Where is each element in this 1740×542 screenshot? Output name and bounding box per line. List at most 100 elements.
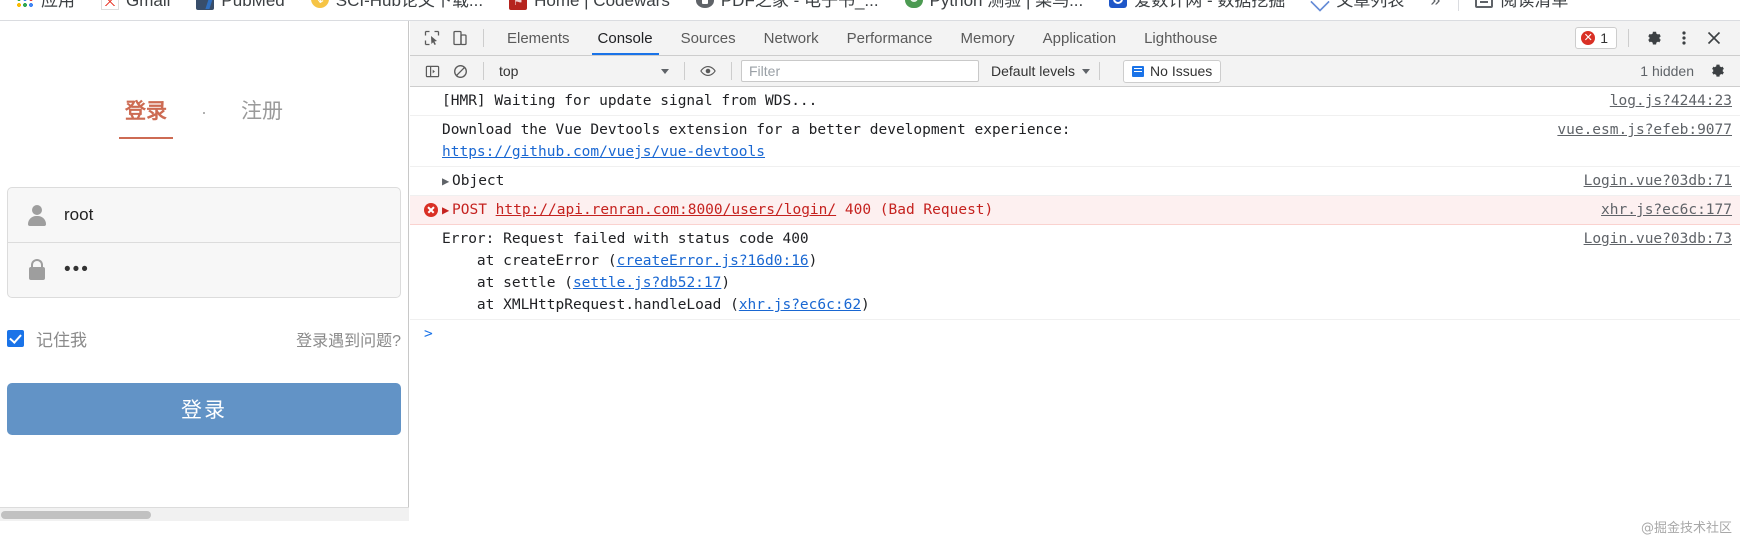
bookmark-item-pdf[interactable]: PDF之家 - 电子书_... — [696, 0, 879, 11]
tab-application[interactable]: Application — [1029, 21, 1130, 55]
tab-performance[interactable]: Performance — [833, 21, 947, 55]
bookmark-item-codewars[interactable]: Home | Codewars — [509, 0, 670, 11]
bookmark-label: Python 测验 | 菜鸟... — [930, 0, 1084, 11]
tab-lighthouse[interactable]: Lighthouse — [1130, 21, 1231, 55]
lock-icon — [26, 259, 48, 281]
tab-login[interactable]: 登录 — [125, 95, 167, 133]
console-error-row[interactable]: ▶ POST http://api.renran.com:8000/users/… — [410, 196, 1740, 225]
bookmark-item-scihub[interactable]: SCI-Hub论文下载... — [311, 0, 483, 11]
bookmark-item-python[interactable]: Python 测验 | 菜鸟... — [905, 0, 1084, 11]
pdf-icon — [696, 0, 714, 8]
message-text: POST http://api.renran.com:8000/users/lo… — [452, 199, 1583, 221]
console-settings-gear-icon[interactable] — [1704, 58, 1732, 84]
reading-list-button[interactable]: 阅读清单 — [1475, 0, 1568, 11]
bookmark-label: Home | Codewars — [534, 0, 670, 11]
message-source-link[interactable]: log.js?4244:23 — [1592, 90, 1732, 112]
username-field[interactable]: root — [8, 188, 400, 242]
login-submit-button[interactable]: 登录 — [7, 383, 401, 435]
log-levels-select[interactable]: Default levels — [991, 63, 1090, 79]
bookmark-label: PDF之家 - 电子书_... — [721, 0, 879, 11]
console-message-list[interactable]: [HMR] Waiting for update signal from WDS… — [410, 87, 1740, 540]
inspect-element-icon[interactable] — [418, 25, 446, 51]
page-horizontal-scrollbar[interactable] — [0, 507, 409, 521]
message-gutter — [424, 199, 442, 217]
gear-icon[interactable] — [1640, 25, 1668, 51]
chevron-down-icon — [1082, 69, 1090, 74]
execution-context-select[interactable]: top — [493, 60, 675, 82]
error-count-badge[interactable]: ✕ 1 — [1575, 27, 1617, 49]
tab-memory[interactable]: Memory — [947, 21, 1029, 55]
bookmark-label: PubMed — [221, 0, 284, 11]
stack-frame-link[interactable]: xhr.js?ec6c:62 — [739, 297, 861, 313]
close-icon[interactable] — [1700, 25, 1728, 51]
tab-sources[interactable]: Sources — [667, 21, 750, 55]
bookmark-label: 爱数计网 - 数据挖掘 — [1134, 0, 1285, 11]
message-source-link[interactable]: Login.vue?03db:71 — [1566, 170, 1732, 192]
toolbar-divider-2 — [1628, 29, 1629, 47]
apps-grid-icon — [16, 0, 34, 8]
stack-frame-prefix: at XMLHttpRequest.handleLoad ( — [442, 297, 739, 313]
console-filter-input[interactable]: Filter — [741, 60, 979, 82]
username-input[interactable]: root — [64, 205, 93, 225]
error-count-label: 1 — [1600, 30, 1608, 46]
console-message-row[interactable]: ▶ Object Login.vue?03db:71 — [410, 167, 1740, 196]
remember-me-label: 记住我 — [36, 326, 87, 351]
stack-frame-suffix: ) — [861, 297, 870, 313]
devtools-tab-list: Elements Console Sources Network Perform… — [493, 21, 1231, 55]
login-help-link[interactable]: 登录遇到问题? — [296, 327, 401, 351]
stack-frame-link[interactable]: settle.js?db52:17 — [573, 275, 721, 291]
clear-console-icon[interactable] — [446, 58, 474, 84]
stack-frame-link[interactable]: createError.js?16d0:16 — [617, 253, 809, 269]
tab-register[interactable]: 注册 — [241, 95, 283, 133]
scrollbar-thumb[interactable] — [1, 511, 151, 519]
message-source-link[interactable]: Login.vue?03db:73 — [1566, 228, 1732, 250]
tab-console[interactable]: Console — [584, 21, 667, 55]
bookmark-item-articles[interactable]: 文章列表 — [1311, 0, 1404, 11]
message-gutter — [424, 90, 442, 94]
password-input[interactable]: ••• — [64, 259, 90, 281]
filterbar-divider-1 — [483, 62, 484, 80]
console-prompt[interactable]: > — [410, 320, 1740, 348]
request-url-link[interactable]: http://api.renran.com:8000/users/login/ — [496, 202, 836, 218]
execution-context-value: top — [499, 63, 518, 79]
bookmark-item-apps[interactable]: 应用 — [16, 0, 75, 11]
bookmark-item-aishu[interactable]: 爱数计网 - 数据挖掘 — [1109, 0, 1285, 11]
login-page: 登录 · 注册 root ••• 记住我 登录遇到问题? 登录 — [0, 21, 409, 521]
console-message-row[interactable]: [HMR] Waiting for update signal from WDS… — [410, 87, 1740, 116]
error-icon: ✕ — [1581, 31, 1595, 45]
bookmarks-divider — [1458, 0, 1459, 11]
message-text[interactable]: Object — [452, 170, 1566, 192]
device-toolbar-icon[interactable] — [446, 25, 474, 51]
login-options-row: 记住我 登录遇到问题? — [7, 326, 401, 351]
devtools-toolbar: Elements Console Sources Network Perform… — [410, 21, 1740, 56]
filterbar-divider-2 — [684, 62, 685, 80]
console-filter-bar: top Filter Default levels No Issues 1 hi… — [410, 56, 1740, 87]
kebab-menu-icon[interactable] — [1670, 25, 1698, 51]
remember-me-control[interactable]: 记住我 — [7, 326, 87, 351]
console-sidebar-icon[interactable] — [418, 58, 446, 84]
hidden-messages-note: 1 hidden — [1640, 58, 1732, 84]
tab-elements[interactable]: Elements — [493, 21, 584, 55]
message-source-link[interactable]: xhr.js?ec6c:177 — [1583, 199, 1732, 221]
bookmarks-overflow-button[interactable]: » — [1430, 0, 1440, 11]
request-method: POST — [452, 202, 487, 218]
live-expression-icon[interactable] — [694, 58, 722, 84]
bookmark-item-pubmed[interactable]: PubMed — [196, 0, 284, 11]
reading-list-icon — [1475, 0, 1493, 8]
password-field[interactable]: ••• — [8, 242, 400, 297]
console-message-row[interactable]: Error: Request failed with status code 4… — [410, 225, 1740, 320]
issues-button[interactable]: No Issues — [1123, 60, 1221, 83]
tab-network[interactable]: Network — [750, 21, 833, 55]
expand-triangle-icon[interactable]: ▶ — [442, 199, 452, 221]
stack-frame-suffix: ) — [721, 275, 730, 291]
vue-devtools-link[interactable]: https://github.com/vuejs/vue-devtools — [442, 144, 765, 160]
message-source-link[interactable]: vue.esm.js?efeb:9077 — [1539, 119, 1732, 141]
chevron-down-icon — [661, 69, 669, 74]
user-icon — [26, 204, 48, 226]
remember-me-checkbox[interactable] — [7, 330, 24, 347]
expand-triangle-icon[interactable]: ▶ — [442, 170, 452, 192]
console-message-row[interactable]: Download the Vue Devtools extension for … — [410, 116, 1740, 167]
message-gutter — [424, 170, 442, 174]
message-text: [HMR] Waiting for update signal from WDS… — [442, 90, 1592, 112]
bookmark-item-gmail[interactable]: Gmail — [101, 0, 170, 11]
